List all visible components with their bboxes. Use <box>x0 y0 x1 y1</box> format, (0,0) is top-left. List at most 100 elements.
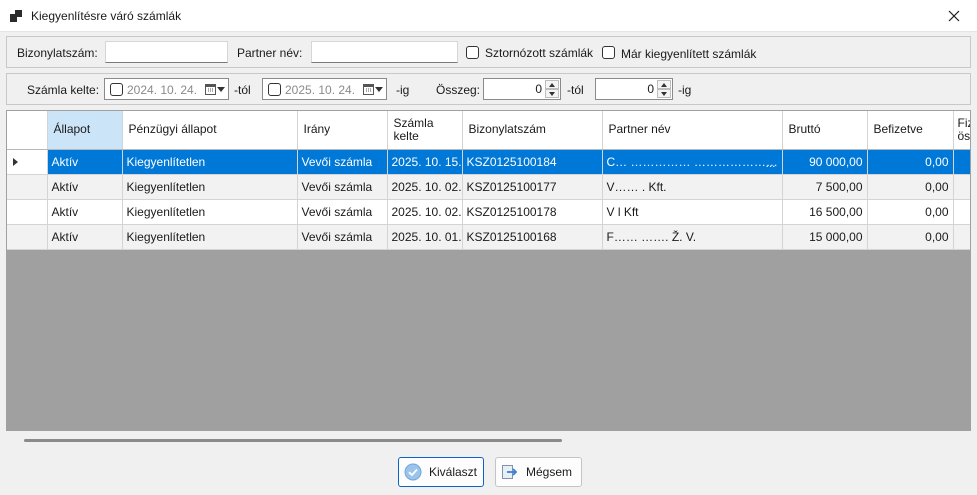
cell-paid[interactable]: 0,00 <box>867 224 954 250</box>
table-row[interactable]: Aktív Kiegyenlítetlen Vevői számla 2025.… <box>7 224 970 250</box>
amount-to-spinner[interactable] <box>657 80 671 98</box>
cell-document-no[interactable]: KSZ0125100178 <box>462 199 603 225</box>
amount-from-stepper[interactable]: 0 <box>483 78 561 100</box>
cancelled-invoices-checkbox[interactable] <box>466 46 479 59</box>
document-no-label: Bizonylatszám: <box>17 46 98 60</box>
close-icon <box>948 10 960 22</box>
amount-label: Összeg: <box>436 83 481 97</box>
cell-payable[interactable] <box>953 199 970 225</box>
cell-document-no[interactable]: KSZ0125100177 <box>462 174 603 200</box>
cell-status[interactable]: Aktív <box>47 199 123 225</box>
amount-to-value: 0 <box>647 82 654 96</box>
cell-partner[interactable]: V l Kft <box>602 199 783 225</box>
cell-paid[interactable]: 0,00 <box>867 174 954 200</box>
horizontal-scrollbar[interactable] <box>6 431 971 449</box>
partner-label: Partner név: <box>237 46 303 60</box>
date-from-picker[interactable]: 2024. 10. 24. <box>104 78 229 100</box>
date-to-picker[interactable]: 2025. 10. 24. <box>262 78 387 100</box>
row-header[interactable] <box>7 224 48 250</box>
cell-gross[interactable]: 7 500,00 <box>782 174 868 200</box>
table-row[interactable]: Aktív Kiegyenlítetlen Vevői számla 2025.… <box>7 174 970 200</box>
cell-financial-status[interactable]: Kiegyenlítetlen <box>122 224 298 250</box>
partner-input[interactable] <box>311 41 458 63</box>
cell-partner[interactable]: F…… ……. Ž. V. <box>602 224 783 250</box>
chevron-down-icon <box>375 87 383 92</box>
cell-direction[interactable]: Vevői számla <box>297 149 388 175</box>
filter-panel-top: Bizonylatszám: Partner név: Sztornózott … <box>6 36 971 68</box>
cell-financial-status[interactable]: Kiegyenlítetlen <box>122 149 298 175</box>
date-to-checkbox[interactable] <box>268 83 281 96</box>
column-header-partner[interactable]: Partner név <box>602 111 783 150</box>
spin-up-icon[interactable] <box>545 80 559 89</box>
cancel-button[interactable]: Mégsem <box>495 457 582 487</box>
cell-status[interactable]: Aktív <box>47 174 123 200</box>
cell-partner[interactable]: V…… . Kft. <box>602 174 783 200</box>
grid-header-row: Állapot Pénzügyi állapot Irány Számla kel… <box>7 111 971 150</box>
scrollbar-thumb[interactable] <box>24 439 562 442</box>
cell-invoice-date[interactable]: 2025. 10. 02. <box>387 174 463 200</box>
column-header-status[interactable]: Állapot <box>47 111 123 150</box>
cell-document-no[interactable]: KSZ0125100168 <box>462 224 603 250</box>
amount-from-value: 0 <box>535 82 542 96</box>
select-button[interactable]: Kiválaszt <box>398 457 484 487</box>
document-no-input[interactable] <box>105 41 228 63</box>
cell-payable[interactable] <box>953 224 970 250</box>
column-header-payable-line1: Fiz <box>957 115 971 130</box>
row-header[interactable] <box>7 199 48 225</box>
table-row[interactable]: Aktív Kiegyenlítetlen Vevői számla 2025.… <box>7 149 970 175</box>
column-header-gross[interactable]: Bruttó <box>782 111 868 150</box>
spin-up-icon[interactable] <box>657 80 671 89</box>
cell-ellipsis: ... <box>765 155 776 170</box>
table-row[interactable]: Aktív Kiegyenlítetlen Vevői számla 2025.… <box>7 199 970 225</box>
column-header-document-no[interactable]: Bizonylatszám <box>462 111 603 150</box>
cell-direction[interactable]: Vevői számla <box>297 174 388 200</box>
column-header-paid[interactable]: Befizetve <box>867 111 954 150</box>
cell-gross[interactable]: 16 500,00 <box>782 199 868 225</box>
amount-from-spinner[interactable] <box>545 80 559 98</box>
cell-partner-text: V…… . Kft. <box>606 179 667 194</box>
column-header-direction[interactable]: Irány <box>297 111 388 150</box>
cell-direction[interactable]: Vevői számla <box>297 199 388 225</box>
check-circle-icon <box>404 463 422 481</box>
cell-payable[interactable] <box>953 174 970 200</box>
cell-invoice-date[interactable]: 2025. 10. 15. <box>387 149 463 175</box>
row-header[interactable] <box>7 149 48 175</box>
cell-status[interactable]: Aktív <box>47 224 123 250</box>
column-header-payable[interactable]: Fizös <box>953 111 971 150</box>
cell-invoice-date[interactable]: 2025. 10. 02. <box>387 199 463 225</box>
column-header-invoice-date-line2: kelte <box>393 128 419 143</box>
settled-invoices-label: Már kiegyenlített számlák <box>621 47 757 61</box>
date-to-suffix: -ig <box>396 83 410 97</box>
cell-partner[interactable]: C… …………… …………………... <box>602 149 783 175</box>
column-header-invoice-date[interactable]: Számla kelte <box>387 111 463 150</box>
cell-status[interactable]: Aktív <box>47 149 123 175</box>
spin-down-icon[interactable] <box>657 89 671 98</box>
cell-financial-status[interactable]: Kiegyenlítetlen <box>122 199 298 225</box>
amount-from-suffix: -tól <box>567 83 584 97</box>
cell-paid[interactable]: 0,00 <box>867 199 954 225</box>
invoice-date-label: Számla kelte: <box>27 83 100 97</box>
amount-to-suffix: -ig <box>678 83 692 97</box>
spin-down-icon[interactable] <box>545 89 559 98</box>
date-from-checkbox[interactable] <box>110 83 123 96</box>
cell-direction[interactable]: Vevői számla <box>297 224 388 250</box>
cell-payable[interactable] <box>953 149 970 175</box>
settled-invoices-checkbox[interactable] <box>602 46 615 59</box>
cell-gross[interactable]: 90 000,00 <box>782 149 868 175</box>
app-window-icon <box>10 10 22 22</box>
amount-to-stepper[interactable]: 0 <box>595 78 673 100</box>
close-button[interactable] <box>931 0 977 32</box>
date-to-value: 2025. 10. 24. <box>285 83 356 97</box>
column-header-financial-status[interactable]: Pénzügyi állapot <box>122 111 298 150</box>
cell-document-no[interactable]: KSZ0125100184 <box>462 149 603 175</box>
row-header[interactable] <box>7 174 48 200</box>
cell-invoice-date[interactable]: 2025. 10. 01. <box>387 224 463 250</box>
row-header-corner <box>7 111 48 150</box>
exit-arrow-icon <box>501 463 519 481</box>
invoice-grid[interactable]: Állapot Pénzügyi állapot Irány Számla kel… <box>6 110 971 449</box>
cell-financial-status[interactable]: Kiegyenlítetlen <box>122 174 298 200</box>
cell-gross[interactable]: 15 000,00 <box>782 224 868 250</box>
date-from-suffix: -tól <box>234 83 251 97</box>
title-bar: Kiegyenlítésre váró számlák <box>0 0 977 32</box>
cell-paid[interactable]: 0,00 <box>867 149 954 175</box>
